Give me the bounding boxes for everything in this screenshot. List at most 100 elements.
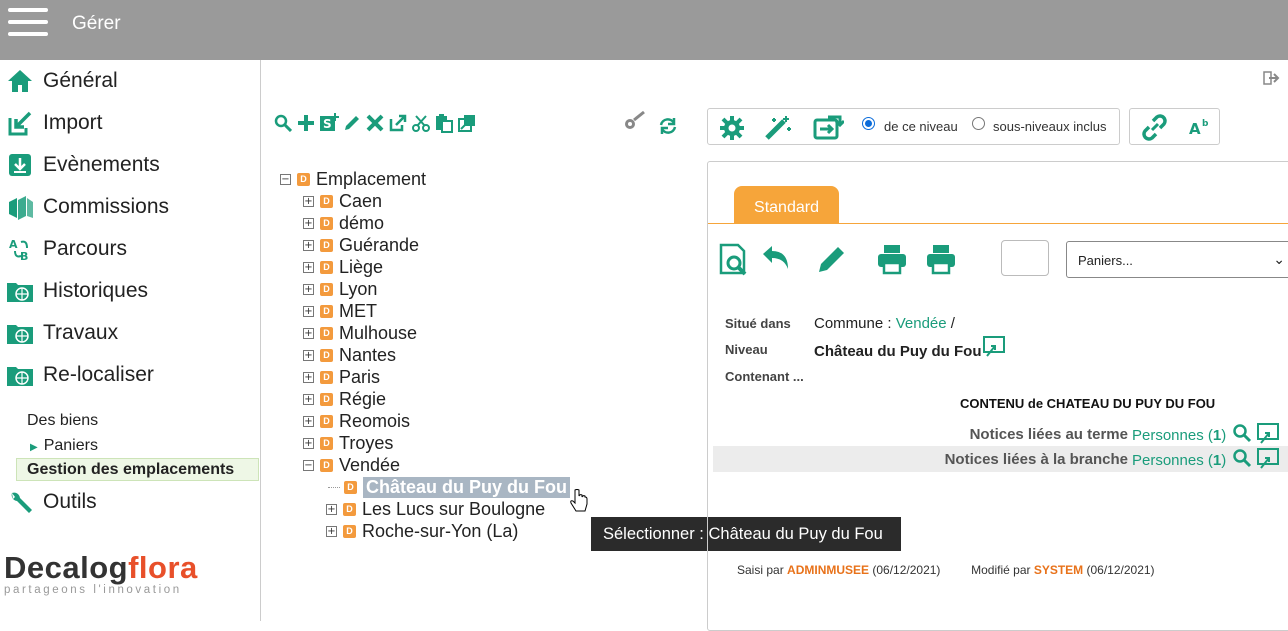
tree-node[interactable]: + D Roche-sur-Yon (La) [326, 520, 518, 542]
open-record-icon[interactable] [983, 336, 1005, 363]
paste-icon[interactable] [433, 112, 454, 134]
tree-node[interactable]: + D Lyon [303, 278, 377, 300]
logout-icon[interactable] [1263, 70, 1281, 91]
expand-icon[interactable]: + [303, 261, 314, 273]
sidebar-item-historiques[interactable]: Historiques [0, 272, 260, 310]
expand-icon[interactable]: + [303, 393, 314, 405]
expand-icon[interactable]: + [303, 283, 314, 295]
sidebar-item-import[interactable]: Import [0, 104, 260, 142]
merge-icon[interactable] [456, 112, 477, 134]
print-icon[interactable] [876, 243, 908, 280]
collapse-icon[interactable]: − [280, 173, 291, 185]
undo-icon[interactable] [760, 243, 792, 278]
sidebar-item-commissions[interactable]: Commissions [0, 188, 260, 226]
sidebar-item-travaux[interactable]: Travaux [0, 314, 260, 352]
tree-node-root[interactable]: − D Emplacement [280, 168, 426, 190]
delete-icon[interactable] [364, 112, 385, 134]
tree-node-label[interactable]: Mulhouse [339, 323, 417, 344]
sidebar-sub-paniers[interactable]: ▶ Paniers [30, 437, 98, 455]
expand-icon[interactable]: + [303, 349, 314, 361]
expand-icon[interactable]: + [303, 437, 314, 449]
tree-node-selected[interactable]: D Château du Puy du Fou [328, 476, 570, 498]
preview-icon[interactable] [718, 243, 750, 282]
record-counter-box[interactable] [1001, 240, 1049, 276]
expand-icon[interactable]: + [303, 217, 314, 229]
expand-icon[interactable]: + [326, 525, 337, 537]
paniers-select[interactable]: Paniers... ⌄ [1066, 241, 1288, 278]
transfer-icon[interactable] [812, 115, 846, 146]
refresh-icon[interactable] [658, 110, 678, 141]
tree-node-label[interactable]: Régie [339, 389, 386, 410]
sidebar-sub-gestion-emplacements[interactable]: Gestion des emplacements [16, 458, 259, 481]
tree-toolbar-secondary [618, 110, 678, 141]
settings-config-icon[interactable] [618, 110, 648, 141]
tree-node-label[interactable]: Les Lucs sur Boulogne [362, 499, 545, 520]
tree-node-label[interactable]: Vendée [339, 455, 400, 476]
cut-icon[interactable] [410, 112, 431, 134]
text-format-icon[interactable]: Ab [1188, 117, 1212, 142]
search-icon[interactable] [1232, 448, 1252, 473]
tree-node[interactable]: + D Guérande [303, 234, 419, 256]
edit-icon[interactable] [816, 243, 848, 280]
open-record-icon[interactable] [1257, 448, 1279, 475]
sidebar-item-relocaliser[interactable]: Re-localiser [0, 356, 260, 394]
tree-node[interactable]: + D Régie [303, 388, 386, 410]
notice-link[interactable]: Personnes (1) [1132, 452, 1226, 469]
tree-node-label[interactable]: Liège [339, 257, 383, 278]
tree-node-label[interactable]: Troyes [339, 433, 393, 454]
edit-icon[interactable] [341, 112, 362, 134]
tree-node[interactable]: + D Caen [303, 190, 382, 212]
tree-node-label[interactable]: MET [339, 301, 377, 322]
radio-sous-niveaux[interactable] [972, 117, 985, 130]
sidebar-item-outils[interactable]: Outils [0, 483, 260, 521]
expand-icon[interactable]: + [303, 371, 314, 383]
collapse-icon[interactable]: − [303, 459, 314, 471]
sidebar-item-parcours[interactable]: AB Parcours [0, 230, 260, 268]
tree-node-label[interactable]: Guérande [339, 235, 419, 256]
external-link-icon[interactable] [387, 112, 408, 134]
tree-node[interactable]: + D Troyes [303, 432, 393, 454]
tab-standard[interactable]: Standard [734, 186, 839, 224]
tree-node[interactable]: + D Reomois [303, 410, 410, 432]
tree-node-label[interactable]: Paris [339, 367, 380, 388]
tree-node-label[interactable]: Château du Puy du Fou [363, 476, 570, 498]
tree-node-label[interactable]: Roche-sur-Yon (La) [362, 521, 518, 542]
situe-link[interactable]: Vendée [896, 315, 947, 332]
expand-icon[interactable]: + [303, 195, 314, 207]
tree-node[interactable]: + D Nantes [303, 344, 396, 366]
notice-label: Notices liées au terme [969, 426, 1128, 443]
tree-node[interactable]: + D Mulhouse [303, 322, 417, 344]
link-icon[interactable] [1140, 114, 1170, 147]
sidebar-item-general[interactable]: Général [0, 62, 260, 100]
add-sibling-icon[interactable]: S [318, 112, 339, 134]
tree-node[interactable]: + D Paris [303, 366, 380, 388]
tree-node[interactable]: − D Vendée [303, 454, 400, 476]
sidebar-sub-des-biens[interactable]: Des biens [27, 412, 98, 430]
tree-node-label[interactable]: Reomois [339, 411, 410, 432]
svg-text:b: b [1202, 119, 1209, 129]
magic-wand-icon[interactable] [764, 115, 794, 146]
print-icon[interactable] [925, 243, 957, 280]
expand-icon[interactable]: + [303, 415, 314, 427]
search-icon[interactable] [272, 112, 293, 134]
expand-icon[interactable]: + [303, 239, 314, 251]
tree-node[interactable]: + D MET [303, 300, 377, 322]
gear-icon[interactable] [718, 115, 746, 146]
tree-node-label[interactable]: Lyon [339, 279, 377, 300]
expand-icon[interactable]: + [303, 327, 314, 339]
tree-node[interactable]: + D Liège [303, 256, 383, 278]
tree-node-label[interactable]: Emplacement [316, 169, 426, 190]
expand-icon[interactable]: + [326, 503, 337, 515]
search-icon[interactable] [1232, 423, 1252, 448]
radio-de-ce-niveau[interactable] [862, 117, 875, 130]
add-icon[interactable] [295, 112, 316, 134]
tree-node[interactable]: + Ddémo [303, 212, 384, 234]
expand-icon[interactable]: + [303, 305, 314, 317]
sidebar-item-evenements[interactable]: Evènements [0, 146, 260, 184]
tree-node-label[interactable]: Caen [339, 191, 382, 212]
notice-link[interactable]: Personnes (1) [1132, 427, 1226, 444]
menu-icon[interactable] [8, 8, 48, 38]
tree-node-label[interactable]: Nantes [339, 345, 396, 366]
tree-node-label[interactable]: démo [339, 213, 384, 234]
tree-node[interactable]: + D Les Lucs sur Boulogne [326, 498, 545, 520]
